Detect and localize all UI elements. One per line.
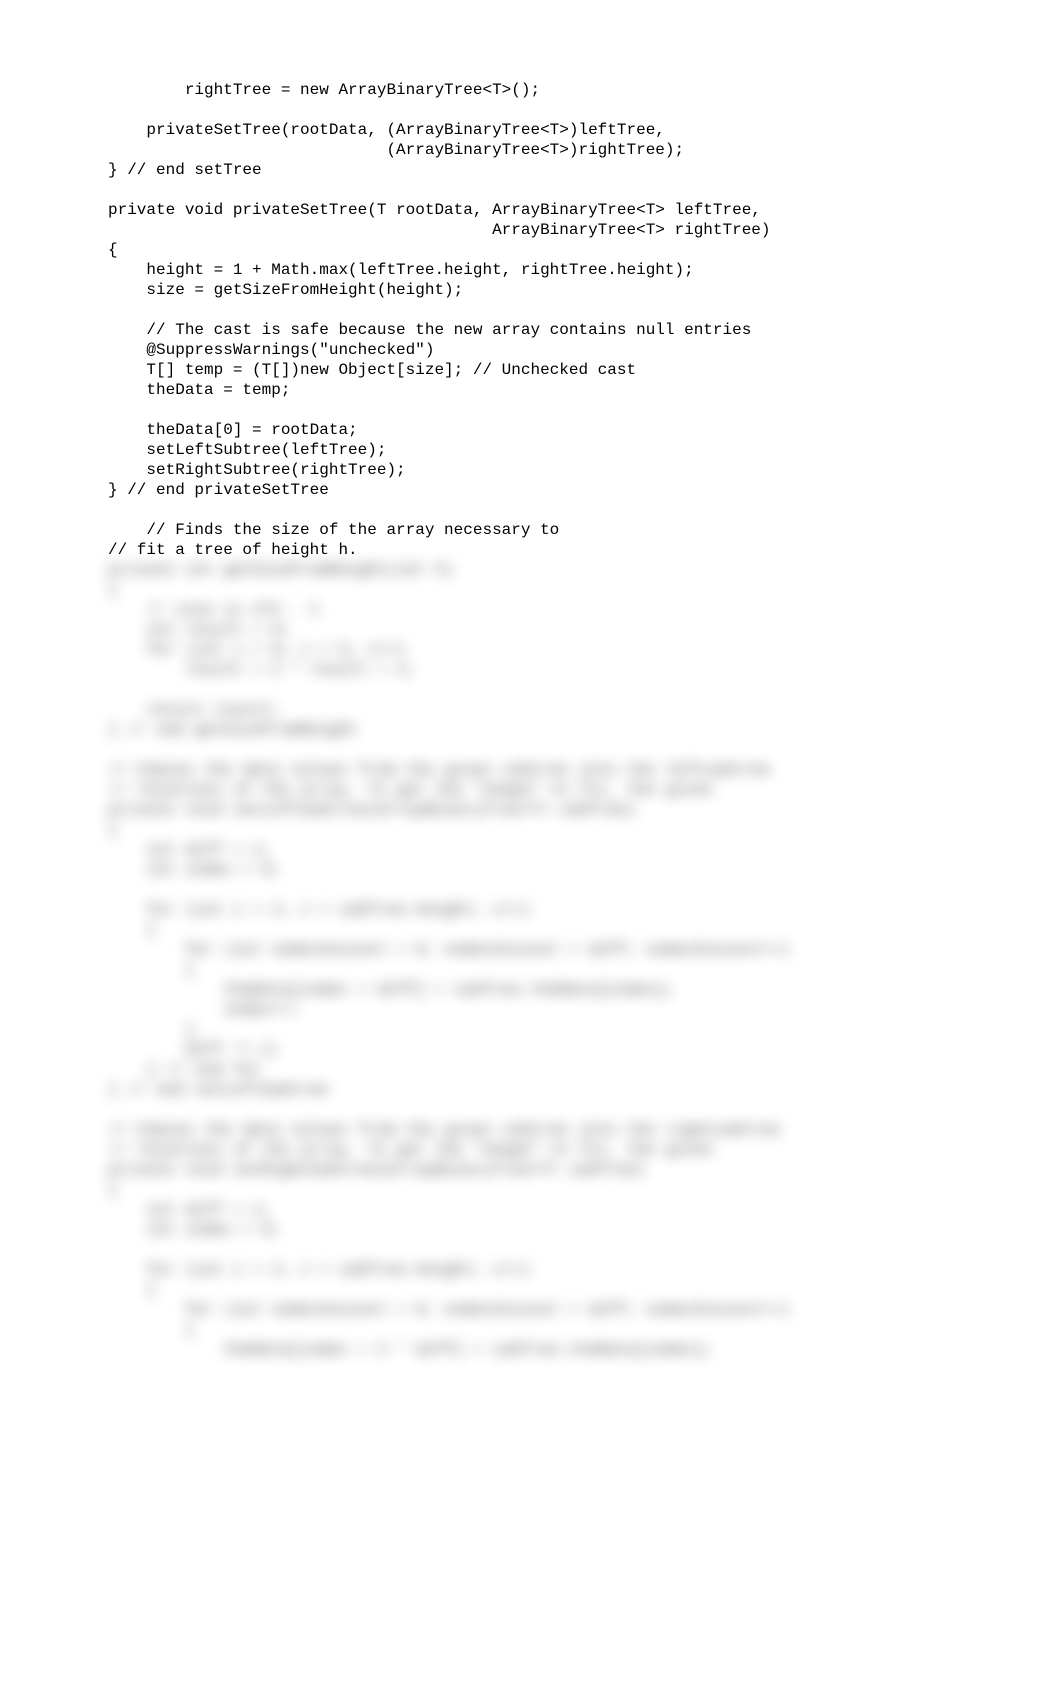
document-page: rightTree = new ArrayBinaryTree<T>(); pr… bbox=[0, 0, 1062, 1360]
code-blurred-section: private int getSizeFromHeight(int h) { /… bbox=[0, 560, 1062, 1360]
code-clear-section: rightTree = new ArrayBinaryTree<T>(); pr… bbox=[0, 80, 1062, 560]
